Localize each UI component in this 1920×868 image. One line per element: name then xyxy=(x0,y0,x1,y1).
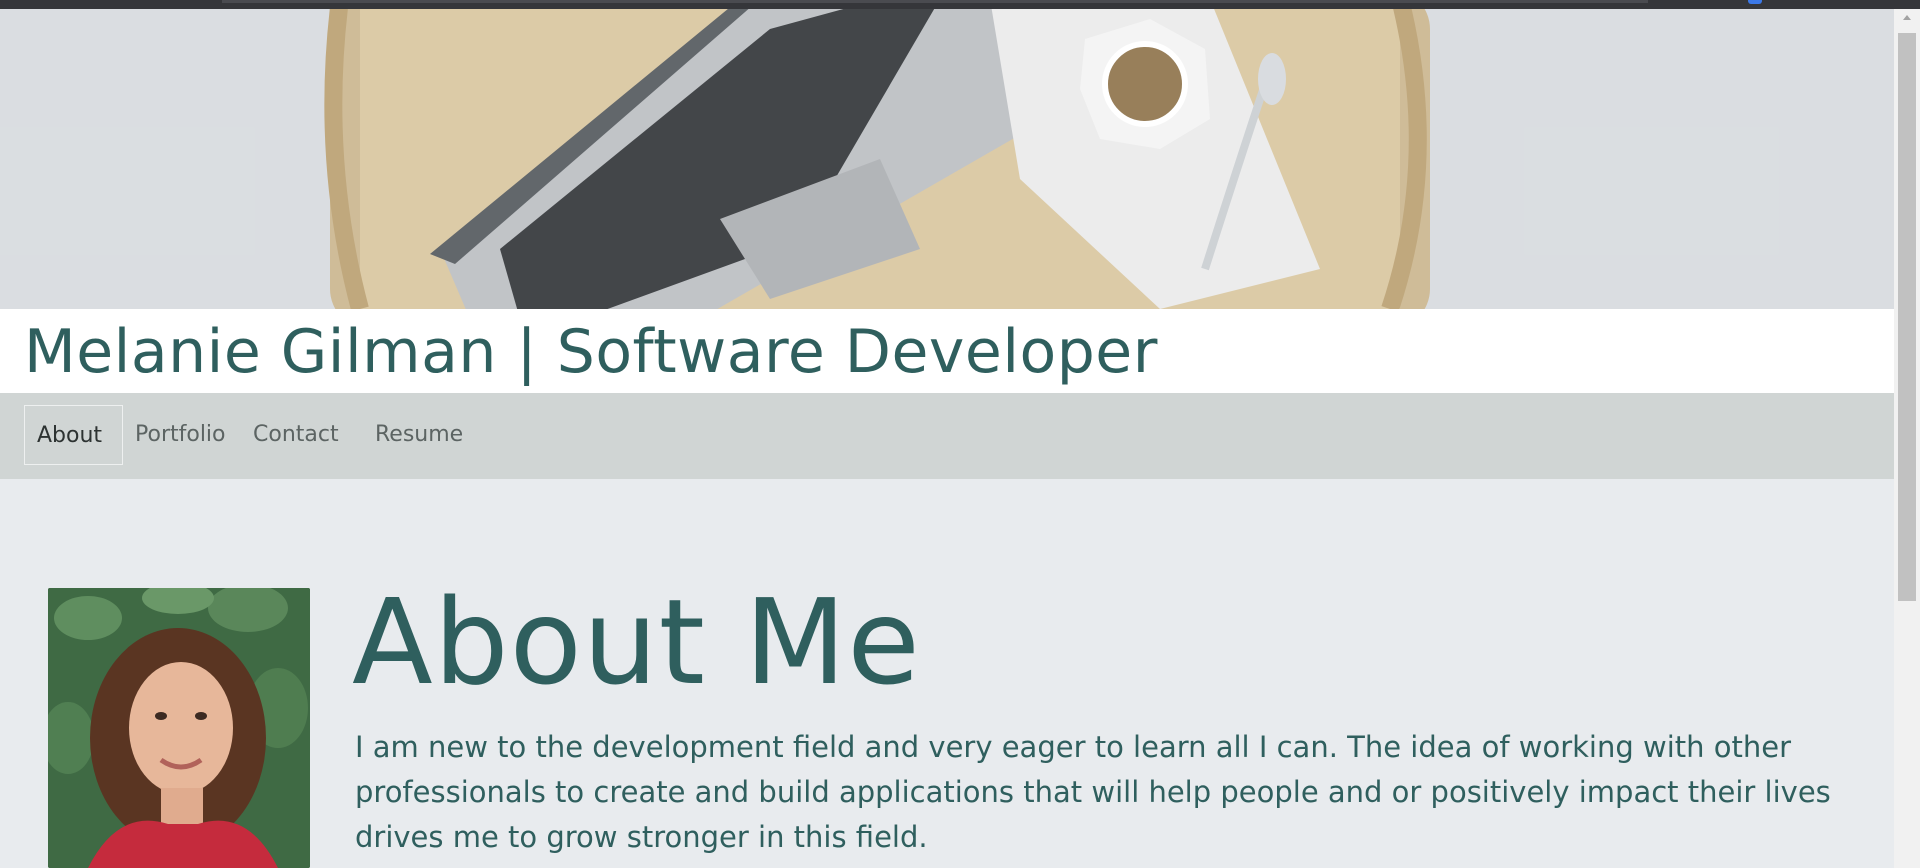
main-nav: About Portfolio Contact Resume xyxy=(0,393,1894,479)
hero-banner-image xyxy=(0,9,1894,309)
browser-tab-strip xyxy=(222,0,1648,3)
site-title: Melanie Gilman | Software Developer xyxy=(24,317,1158,387)
page: Melanie Gilman | Software Developer Abou… xyxy=(0,9,1894,868)
vertical-scrollbar[interactable] xyxy=(1894,9,1920,868)
about-text: I am new to the development field and ve… xyxy=(355,730,1831,854)
nav-item-about[interactable]: About xyxy=(24,405,123,465)
profile-photo xyxy=(48,588,310,868)
extension-icon[interactable] xyxy=(1748,0,1762,4)
profile-photo-illustration xyxy=(48,588,310,868)
nav-item-resume[interactable]: Resume xyxy=(375,405,463,465)
nav-item-contact[interactable]: Contact xyxy=(253,405,339,465)
hero-illustration xyxy=(0,9,1894,309)
scroll-up-arrow-icon[interactable] xyxy=(1903,15,1911,20)
title-band: Melanie Gilman | Software Developer xyxy=(0,309,1894,393)
about-section: About Me I am new to the development fie… xyxy=(0,479,1894,868)
scroll-thumb[interactable] xyxy=(1898,33,1916,601)
nav-item-portfolio[interactable]: Portfolio xyxy=(135,405,226,465)
about-heading: About Me xyxy=(352,573,921,711)
browser-top-bar xyxy=(0,0,1920,9)
